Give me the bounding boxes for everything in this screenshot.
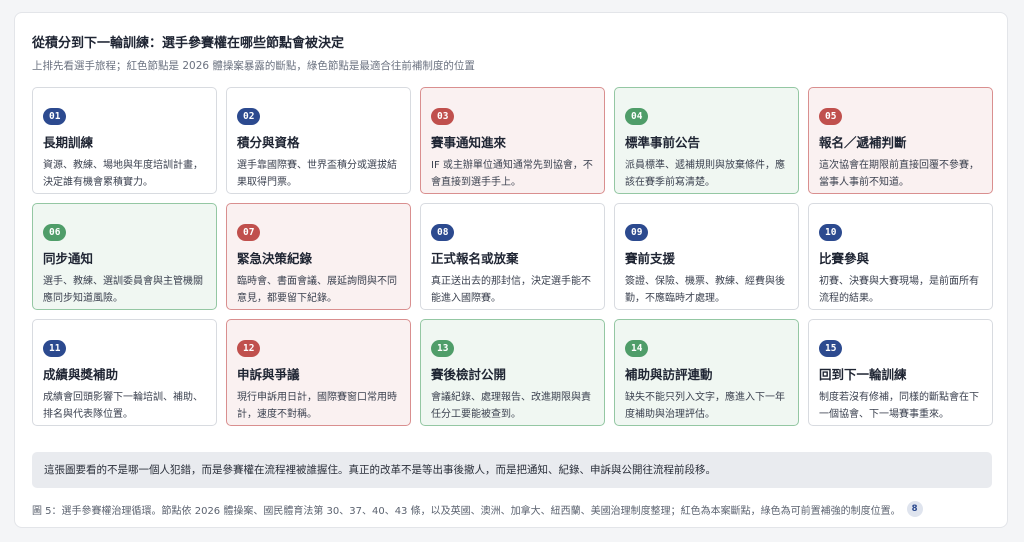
step-description: 成績會回頭影響下一輪培訓、補助、排名與代表隊位置。 <box>43 392 203 420</box>
step-title: 補助與訪評連動 <box>625 367 713 382</box>
step-number-badge: 03 <box>431 108 455 125</box>
step-title: 賽後檢討公開 <box>431 367 507 382</box>
step-description: 派員標準、遞補規則與放棄條件，應該在賽季前寫清楚。 <box>625 160 785 188</box>
step-title: 長期訓練 <box>43 135 94 150</box>
step-title: 緊急決策紀錄 <box>237 251 313 266</box>
step-title: 回到下一輪訓練 <box>819 367 907 382</box>
step-card-08: 08 正式報名或放棄真正送出去的那封信，決定選手能不能進入國際賽。 <box>420 203 605 310</box>
step-title: 標準事前公告 <box>625 135 701 150</box>
step-number-badge: 08 <box>431 224 455 241</box>
step-card-14: 14 補助與訪評連動缺失不能只列入文字，應進入下一年度補助與治理評估。 <box>614 319 799 426</box>
step-card-02: 02 積分與資格選手靠國際賽、世界盃積分或選拔結果取得門票。 <box>226 87 411 194</box>
step-title: 比賽參與 <box>819 251 870 266</box>
step-title: 申訴與爭議 <box>237 367 300 382</box>
step-card-06: 06 同步通知選手、教練、選訓委員會與主管機關應同步知道風險。 <box>32 203 217 310</box>
citation-badge[interactable]: 8 <box>906 501 923 517</box>
step-number-badge: 14 <box>625 340 649 357</box>
step-number-badge: 15 <box>819 340 843 357</box>
step-description: 真正送出去的那封信，決定選手能不能進入國際賽。 <box>431 276 591 304</box>
step-description: 選手靠國際賽、世界盃積分或選拔結果取得門票。 <box>237 160 397 188</box>
step-grid: 01 長期訓練資源、教練、場地與年度培訓計畫，決定誰有機會累積實力。 02 積分與資格… <box>32 87 994 426</box>
step-description: 簽證、保險、機票、教練、經費與後勤，不應臨時才處理。 <box>625 276 785 304</box>
step-title: 賽事通知進來 <box>431 135 507 150</box>
step-number-badge: 04 <box>625 108 649 125</box>
figure-subtitle: 上排先看選手旅程；紅色節點是 2026 體操案暴露的斷點，綠色節點是最適合往前補… <box>32 60 475 72</box>
step-number-badge: 10 <box>819 224 843 241</box>
step-number-badge: 02 <box>237 108 261 125</box>
step-card-03: 03 賽事通知進來 IF 或主辦單位通知通常先到協會，不會直接到選手手上。 <box>420 87 605 194</box>
step-card-12: 12 申訴與爭議現行申訴用日計，國際賽窗口常用時計，速度不對稱。 <box>226 319 411 426</box>
figure-caption: 圖 5：選手參賽權治理循環。節點依 2026 體操案、國民體育法第 30、37、… <box>32 501 923 517</box>
step-card-11: 11 成績與獎補助成績會回頭影響下一輪培訓、補助、排名與代表隊位置。 <box>32 319 217 426</box>
step-title: 報名／遞補判斷 <box>819 135 907 150</box>
step-description: 缺失不能只列入文字，應進入下一年度補助與治理評估。 <box>625 392 785 420</box>
step-title: 成績與獎補助 <box>43 367 119 382</box>
caption-text: 圖 5：選手參賽權治理循環。節點依 2026 體操案、國民體育法第 30、37、… <box>32 505 901 517</box>
step-title: 賽前支援 <box>625 251 676 266</box>
step-title: 同步通知 <box>43 251 94 266</box>
step-card-05: 05 報名／遞補判斷這次協會在期限前直接回覆不參賽，當事人事前不知道。 <box>808 87 993 194</box>
step-card-15: 15 回到下一輪訓練制度若沒有修補，同樣的斷點會在下一個協會、下一場賽事重來。 <box>808 319 993 426</box>
step-card-01: 01 長期訓練資源、教練、場地與年度培訓計畫，決定誰有機會累積實力。 <box>32 87 217 194</box>
step-description: 臨時會、書面會議、展延詢問與不同意見，都要留下紀錄。 <box>237 276 397 304</box>
step-number-badge: 12 <box>237 340 261 357</box>
step-title: 正式報名或放棄 <box>431 251 519 266</box>
step-card-04: 04 標準事前公告派員標準、遞補規則與放棄條件，應該在賽季前寫清楚。 <box>614 87 799 194</box>
figure-title: 從積分到下一輪訓練：選手參賽權在哪些節點會被決定 <box>32 36 345 51</box>
step-description: IF 或主辦單位通知通常先到協會，不會直接到選手手上。 <box>431 160 593 188</box>
step-description: 制度若沒有修補，同樣的斷點會在下一個協會、下一場賽事重來。 <box>819 392 979 420</box>
step-number-badge: 05 <box>819 108 843 125</box>
step-number-badge: 11 <box>43 340 67 357</box>
step-description: 會議紀錄、處理報告、改進期限與責任分工要能被查到。 <box>431 392 591 420</box>
step-card-09: 09 賽前支援簽證、保險、機票、教練、經費與後勤，不應臨時才處理。 <box>614 203 799 310</box>
step-card-13: 13 賽後檢討公開會議紀錄、處理報告、改進期限與責任分工要能被查到。 <box>420 319 605 426</box>
step-number-badge: 07 <box>237 224 261 241</box>
step-description: 資源、教練、場地與年度培訓計畫，決定誰有機會累積實力。 <box>43 160 203 188</box>
step-description: 這次協會在期限前直接回覆不參賽，當事人事前不知道。 <box>819 160 979 188</box>
step-number-badge: 13 <box>431 340 455 357</box>
summary-note: 這張圖要看的不是哪一個人犯錯，而是參賽權在流程裡被誰握住。真正的改革不是等出事後… <box>32 452 992 488</box>
step-number-badge: 09 <box>625 224 649 241</box>
step-number-badge: 06 <box>43 224 67 241</box>
step-card-07: 07 緊急決策紀錄臨時會、書面會議、展延詢問與不同意見，都要留下紀錄。 <box>226 203 411 310</box>
step-description: 現行申訴用日計，國際賽窗口常用時計，速度不對稱。 <box>237 392 397 420</box>
step-description: 初賽、決賽與大賽現場，是前面所有流程的結果。 <box>819 276 979 304</box>
step-title: 積分與資格 <box>237 135 300 150</box>
step-description: 選手、教練、選訓委員會與主管機關應同步知道風險。 <box>43 276 203 304</box>
step-card-10: 10 比賽參與初賽、決賽與大賽現場，是前面所有流程的結果。 <box>808 203 993 310</box>
figure-panel: 從積分到下一輪訓練：選手參賽權在哪些節點會被決定 上排先看選手旅程；紅色節點是 … <box>14 12 1008 528</box>
step-number-badge: 01 <box>43 108 67 125</box>
